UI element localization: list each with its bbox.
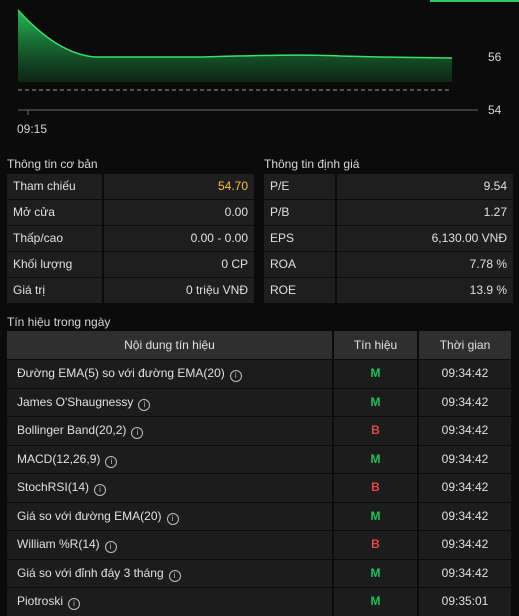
info-icon[interactable]: i [168,569,181,582]
basic-row-reference: Tham chiếu 54.70 [7,174,254,199]
signal-name: William %R(14) [17,537,100,551]
table-row: Giá so với đỉnh đáy 3 tháng i M 09:34:42 [7,558,511,587]
signal-name: Giá so với đường EMA(20) [17,508,162,523]
table-row: MACD(12,26,9) i M 09:34:42 [7,444,511,473]
basic-value: 54.70 [104,174,254,199]
header-content: Nội dung tín hiệu [7,331,332,359]
valuation-label: P/E [264,174,335,199]
basic-info-title: Thông tin cơ bản [7,157,98,171]
table-row: StochRSI(14) i B 09:34:42 [7,473,511,502]
basic-label: Tham chiếu [7,174,102,199]
signal-time: 09:35:01 [419,588,511,616]
signal-name: MACD(12,26,9) [17,451,101,466]
basic-row-volume: Khối lượng 0 CP [7,252,254,277]
basic-value: 0.00 - 0.00 [104,226,254,251]
valuation-row-roa: ROA 7.78 % [264,252,513,277]
valuation-row-pb: P/B 1.27 [264,200,513,225]
signal-name: Bollinger Band(20,2) [17,423,127,437]
price-line [17,9,453,59]
valuation-label: P/B [264,200,335,225]
valuation-value: 6,130.00 VNĐ [337,226,513,251]
valuation-label: EPS [264,226,335,251]
header-time: Thời gian [419,331,511,359]
signal-name: Đường EMA(5) so với đường EMA(20) [17,366,225,380]
valuation-label: ROE [264,278,335,303]
signal-time: 09:34:42 [419,474,511,502]
signal-value: B [334,417,417,445]
y-tick-56: 56 [488,50,502,64]
x-tick-0915: 09:15 [17,122,48,136]
signals-title: Tín hiệu trong ngày [7,315,111,329]
signal-time: 09:34:42 [419,360,511,388]
basic-label: Khối lượng [7,252,102,277]
signal-value: M [334,388,417,416]
signal-name: StochRSI(14) [17,480,90,494]
table-row: Bollinger Band(20,2) i B 09:34:42 [7,416,511,445]
info-icon[interactable]: i [94,484,107,496]
signal-name: Giá so với đỉnh đáy 3 tháng [17,565,164,580]
basic-value: 0 CP [104,252,254,277]
valuation-value: 1.27 [337,200,513,225]
valuation-info-table: P/E 9.54 P/B 1.27 EPS 6,130.00 VNĐ ROA 7… [264,174,513,304]
valuation-value: 9.54 [337,174,513,199]
basic-label: Giá trị [7,278,102,303]
signal-time: 09:34:42 [419,531,511,559]
y-tick-54: 54 [488,103,502,117]
info-icon[interactable]: i [131,427,144,439]
table-row: Piotroski i M 09:35:01 [7,587,511,616]
valuation-row-eps: EPS 6,130.00 VNĐ [264,226,513,251]
table-row: Đường EMA(5) so với đường EMA(20) i M 09:… [7,359,511,388]
signal-value: B [334,474,417,502]
info-icon[interactable]: i [68,598,81,610]
signal-value: M [334,559,417,587]
price-area [18,10,452,82]
basic-label: Mở cửa [7,200,102,225]
signal-time: 09:34:42 [419,502,511,530]
signal-name: James O'Shaugnessy [17,394,134,409]
signals-table: Nội dung tín hiệu Tín hiệu Thời gian Đườ… [7,331,511,616]
basic-label: Thấp/cao [7,226,102,251]
basic-row-value: Giá trị 0 triệu VNĐ [7,278,254,303]
info-icon[interactable]: i [138,398,151,411]
basic-info-table: Tham chiếu 54.70 Mở cửa 0.00 Thấp/cao 0.… [7,174,254,304]
valuation-row-roe: ROE 13.9 % [264,278,513,303]
info-icon[interactable]: i [166,512,179,525]
valuation-info-title: Thông tin định giá [264,157,360,171]
basic-row-lowhigh: Thấp/cao 0.00 - 0.00 [7,226,254,251]
signal-value: M [334,360,417,388]
valuation-label: ROA [264,252,335,277]
valuation-value: 13.9 % [337,278,513,303]
price-chart: 56 54 09:15 [0,0,519,150]
price-chart-svg [17,0,519,115]
basic-value: 0 triệu VNĐ [104,278,254,303]
valuation-value: 7.78 % [337,252,513,277]
signal-time: 09:34:42 [419,559,511,587]
signal-value: M [334,445,417,473]
basic-row-open: Mở cửa 0.00 [7,200,254,225]
signals-header-row: Nội dung tín hiệu Tín hiệu Thời gian [7,331,511,359]
basic-value: 0.00 [104,200,254,225]
valuation-row-pe: P/E 9.54 [264,174,513,199]
signal-time: 09:34:42 [419,417,511,445]
table-row: William %R(14) i B 09:34:42 [7,530,511,559]
info-icon[interactable]: i [104,541,117,553]
signal-time: 09:34:42 [419,445,511,473]
header-signal: Tín hiệu [334,331,417,359]
table-row: James O'Shaugnessy i M 09:34:42 [7,387,511,416]
signal-value: B [334,531,417,559]
signal-value: M [334,588,417,616]
signal-value: M [334,502,417,530]
info-icon[interactable]: i [229,370,242,382]
info-icon[interactable]: i [105,455,118,468]
table-row: Giá so với đường EMA(20) i M 09:34:42 [7,501,511,530]
signal-time: 09:34:42 [419,388,511,416]
